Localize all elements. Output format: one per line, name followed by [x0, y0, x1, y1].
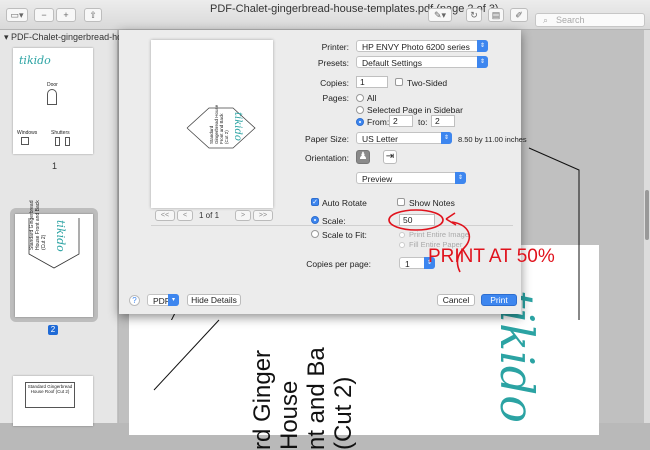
print-entire-image-label: Print Entire Image [409, 230, 470, 239]
copies-label: Copies: [320, 78, 349, 88]
pages-from-field[interactable]: 2 [389, 115, 413, 127]
first-page-button[interactable]: << [155, 210, 175, 221]
share-button[interactable]: ⇧ [84, 8, 102, 22]
pages-to-label: to: [418, 117, 428, 127]
presets-select[interactable]: Default Settings ⇕ [356, 56, 488, 68]
scroll-thumb[interactable] [645, 190, 649, 240]
search-input[interactable]: ⌕ Search [535, 13, 645, 27]
scale-to-fit-radio[interactable] [311, 230, 319, 238]
two-sided-label: Two-Sided [407, 78, 448, 88]
tikido-logo: tikido [19, 54, 51, 67]
chevron-down-icon: ▾ [168, 294, 179, 306]
help-button[interactable]: ? [129, 295, 140, 306]
search-icon: ⌕ [543, 15, 549, 25]
pages-label: Pages: [322, 93, 349, 103]
copies-per-page-label: Copies per page: [306, 259, 371, 269]
sidebar-doc-title[interactable]: ▾ PDF-Chalet-gingerbread-ho... [4, 32, 130, 43]
document-text: rd Ginger House nt and Ba (Cut 2) [249, 347, 357, 450]
vertical-scrollbar[interactable] [644, 30, 650, 423]
door-shape [47, 89, 57, 105]
scale-to-fit-label: Scale to Fit: [322, 230, 367, 240]
printer-select[interactable]: HP ENVY Photo 6200 series ⇕ [356, 40, 488, 52]
chevron-updown-icon: ⇕ [455, 172, 466, 184]
pages-selected-label: Selected Page in Sidebar [367, 105, 463, 115]
print-preview: Standard Gingerbread House Front and Bac… [151, 40, 273, 208]
next-page-button[interactable]: > [235, 210, 251, 221]
zoom-out-button[interactable]: − [34, 8, 54, 22]
show-notes-label: Show Notes [409, 198, 455, 208]
auto-rotate-label: Auto Rotate [322, 198, 367, 208]
pages-selected-radio[interactable] [356, 106, 364, 114]
scale-label: Scale: [322, 216, 346, 226]
print-entire-image-radio[interactable] [399, 232, 405, 238]
last-page-button[interactable]: >> [253, 210, 273, 221]
pdf-menu-button[interactable]: PDF ▾ [147, 294, 179, 306]
paper-size-label: Paper Size: [305, 134, 349, 144]
window-title: PDF-Chalet-gingerbread-house-templates.p… [210, 3, 499, 15]
chevron-updown-icon: ⇕ [477, 40, 488, 52]
shutter-shape [65, 137, 70, 146]
highlight-button[interactable]: ✐ [510, 8, 528, 22]
edit-button[interactable]: ▤ [488, 8, 504, 22]
window-toolbar: ▭▾ − + ⇧ PDF-Chalet-gingerbread-house-te… [0, 0, 650, 30]
scale-field[interactable]: 50 [399, 214, 435, 226]
page-thumbnail-2[interactable]: Standard Gingerbread House Front and Bac… [15, 200, 93, 317]
portrait-icon: ♟ [358, 151, 368, 162]
preview-page-label: 1 of 1 [199, 211, 220, 220]
shutter-shape [55, 137, 60, 146]
fill-entire-paper-radio[interactable] [399, 242, 405, 248]
page-number-1: 1 [52, 161, 58, 171]
print-button[interactable]: Print [481, 294, 517, 306]
previous-page-button[interactable]: < [177, 210, 193, 221]
pages-from-radio[interactable] [356, 118, 364, 126]
page-thumbnail-3[interactable]: Standard Gingerbread House Roof (Cut 2) [13, 376, 93, 426]
window-shape [21, 137, 29, 145]
section-select[interactable]: Preview ⇕ [356, 172, 466, 184]
pages-all-radio[interactable] [356, 94, 364, 102]
hide-details-button[interactable]: Hide Details [187, 294, 241, 306]
page-number-2: 2 [48, 325, 58, 335]
cancel-button[interactable]: Cancel [437, 294, 475, 306]
landscape-icon: ⇥ [385, 151, 395, 162]
paper-size-select[interactable]: US Letter ⇕ [356, 132, 452, 144]
rotate-button[interactable]: ↻ [466, 8, 482, 22]
tikido-logo: tikido [54, 220, 67, 252]
orientation-label: Orientation: [305, 153, 349, 163]
auto-rotate-checkbox[interactable]: ✓ [311, 198, 319, 206]
markup-button[interactable]: ✎▾ [428, 8, 452, 22]
presets-label: Presets: [317, 58, 349, 68]
landscape-orientation-button[interactable]: ⇥ [383, 150, 397, 164]
thumbnail-sidebar: ▾ PDF-Chalet-gingerbread-ho... tikido Do… [0, 30, 130, 426]
print-dialog: Standard Gingerbread House Front and Bac… [119, 30, 527, 314]
page-thumbnail-1[interactable]: tikido Door Windows Shutters [13, 48, 93, 154]
pages-from-label: From: [367, 117, 390, 127]
chevron-updown-icon: ⇕ [477, 56, 488, 68]
copies-field[interactable]: 1 [356, 76, 388, 88]
scale-radio[interactable] [311, 216, 319, 224]
portrait-orientation-button[interactable]: ♟ [356, 150, 370, 164]
two-sided-checkbox[interactable] [395, 78, 403, 86]
print-at-50-annotation: PRINT AT 50% [428, 246, 555, 267]
sidebar-toggle-button[interactable]: ▭▾ [6, 8, 28, 22]
chevron-updown-icon: ⇕ [441, 132, 452, 144]
pages-to-field[interactable]: 2 [431, 115, 455, 127]
pages-all-label: All [367, 93, 377, 103]
zoom-in-button[interactable]: + [56, 8, 76, 22]
show-notes-checkbox[interactable] [397, 198, 405, 206]
printer-label: Printer: [321, 42, 349, 52]
paper-dimensions: 8.50 by 11.00 inches [458, 135, 527, 144]
